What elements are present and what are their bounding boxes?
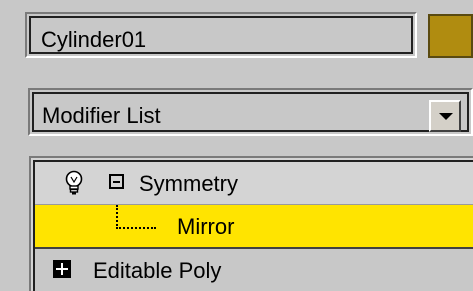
stack-item-symmetry[interactable]: Symmetry xyxy=(35,162,473,205)
object-name-text: Cylinder01 xyxy=(41,27,147,52)
chevron-down-icon xyxy=(439,113,453,120)
lightbulb-icon[interactable] xyxy=(63,170,85,196)
stack-item-mirror[interactable]: Mirror xyxy=(35,205,473,247)
object-name-field-inner: Cylinder01 xyxy=(29,16,413,54)
tree-connector xyxy=(116,205,156,229)
stack-item-label-editable-poly: Editable Poly xyxy=(93,258,222,283)
modifier-stack: Symmetry Mirror Editable Poly xyxy=(29,156,473,291)
modifier-list-inner: Modifier List xyxy=(32,92,469,132)
modifier-list-dropdown[interactable]: Modifier List xyxy=(28,88,473,136)
collapse-icon[interactable] xyxy=(109,174,124,189)
stack-item-label-mirror: Mirror xyxy=(177,214,235,239)
object-name-field[interactable]: Cylinder01 xyxy=(25,12,417,58)
modify-panel: Cylinder01 Modifier List Symmetry Mirror… xyxy=(0,0,473,291)
object-color-swatch[interactable] xyxy=(428,14,473,58)
modifier-list-label: Modifier List xyxy=(42,103,161,128)
stack-item-editable-poly[interactable]: Editable Poly xyxy=(35,247,473,291)
expand-icon[interactable] xyxy=(53,260,71,278)
dropdown-arrow-button[interactable] xyxy=(429,100,461,132)
stack-item-label-symmetry: Symmetry xyxy=(139,171,238,196)
